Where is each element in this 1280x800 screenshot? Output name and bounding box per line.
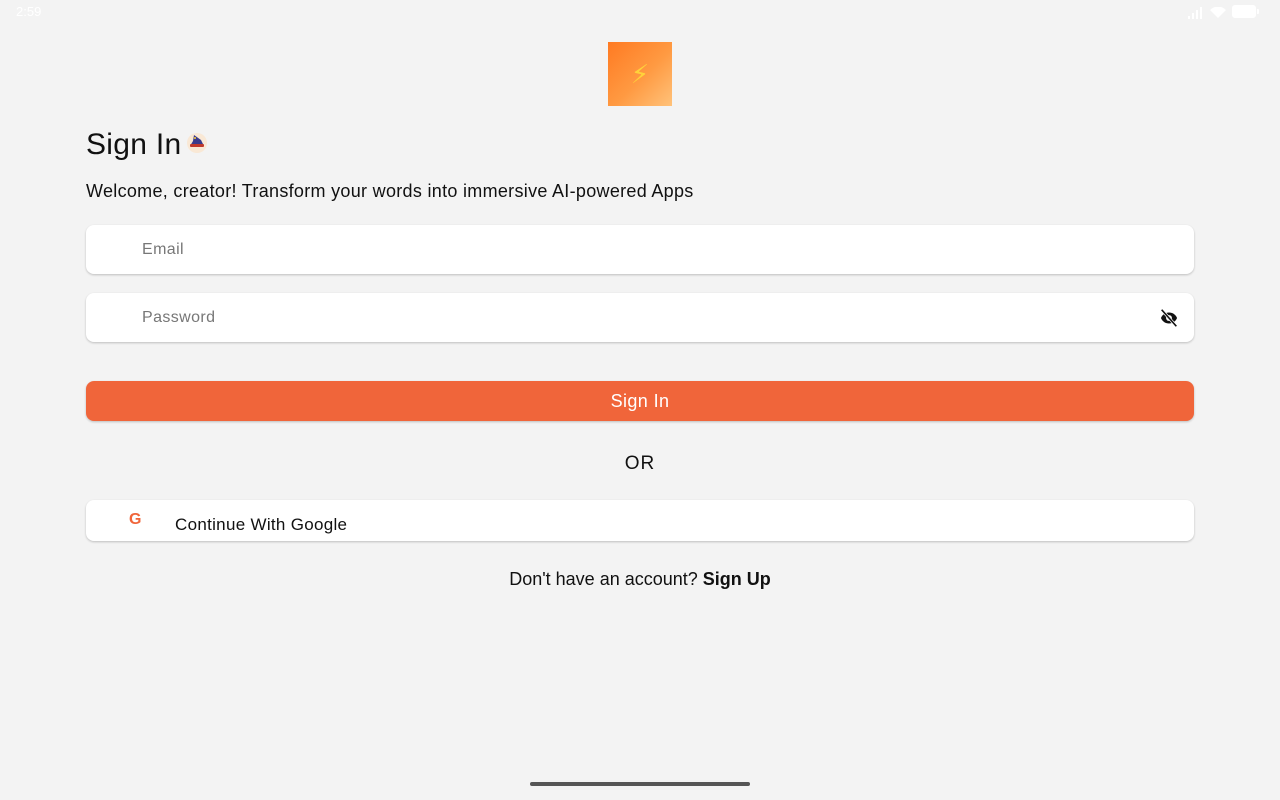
status-icons <box>1188 5 1259 19</box>
password-input[interactable] <box>142 293 1142 342</box>
sign-in-button[interactable]: Sign In <box>86 381 1194 421</box>
sign-in-screen: 2:59 ⚡ Sign In Welcome, creator! Transfo… <box>0 0 1280 800</box>
status-time: 2:59 <box>16 4 42 19</box>
signup-prompt-text: Don't have an account? <box>509 569 703 589</box>
title-row: Sign In <box>86 128 208 162</box>
sign-up-link[interactable]: Sign Up <box>703 569 771 589</box>
wizard-hat-emoji-icon <box>186 131 208 153</box>
subtitle: Welcome, creator! Transform your words i… <box>86 181 694 201</box>
cell-signal-icon <box>1188 6 1204 19</box>
app-logo: ⚡ <box>608 42 672 106</box>
page-title: Sign In <box>86 128 182 161</box>
email-input[interactable] <box>142 225 1142 274</box>
signup-prompt: Don't have an account? Sign Up <box>0 569 1280 590</box>
email-field[interactable] <box>86 225 1194 274</box>
lightning-bolt-icon: ⚡ <box>630 59 650 89</box>
home-indicator[interactable] <box>530 782 750 786</box>
or-divider: OR <box>624 453 656 474</box>
status-bar: 2:59 <box>0 0 1280 24</box>
battery-icon <box>1232 5 1259 18</box>
google-button-label: Continue With Google <box>175 515 348 534</box>
password-field[interactable] <box>86 293 1194 342</box>
continue-with-google-button[interactable]: G Continue With Google <box>86 500 1194 541</box>
google-g-icon: G <box>129 511 142 528</box>
eye-off-icon[interactable] <box>1158 307 1180 329</box>
wifi-icon <box>1210 6 1226 18</box>
